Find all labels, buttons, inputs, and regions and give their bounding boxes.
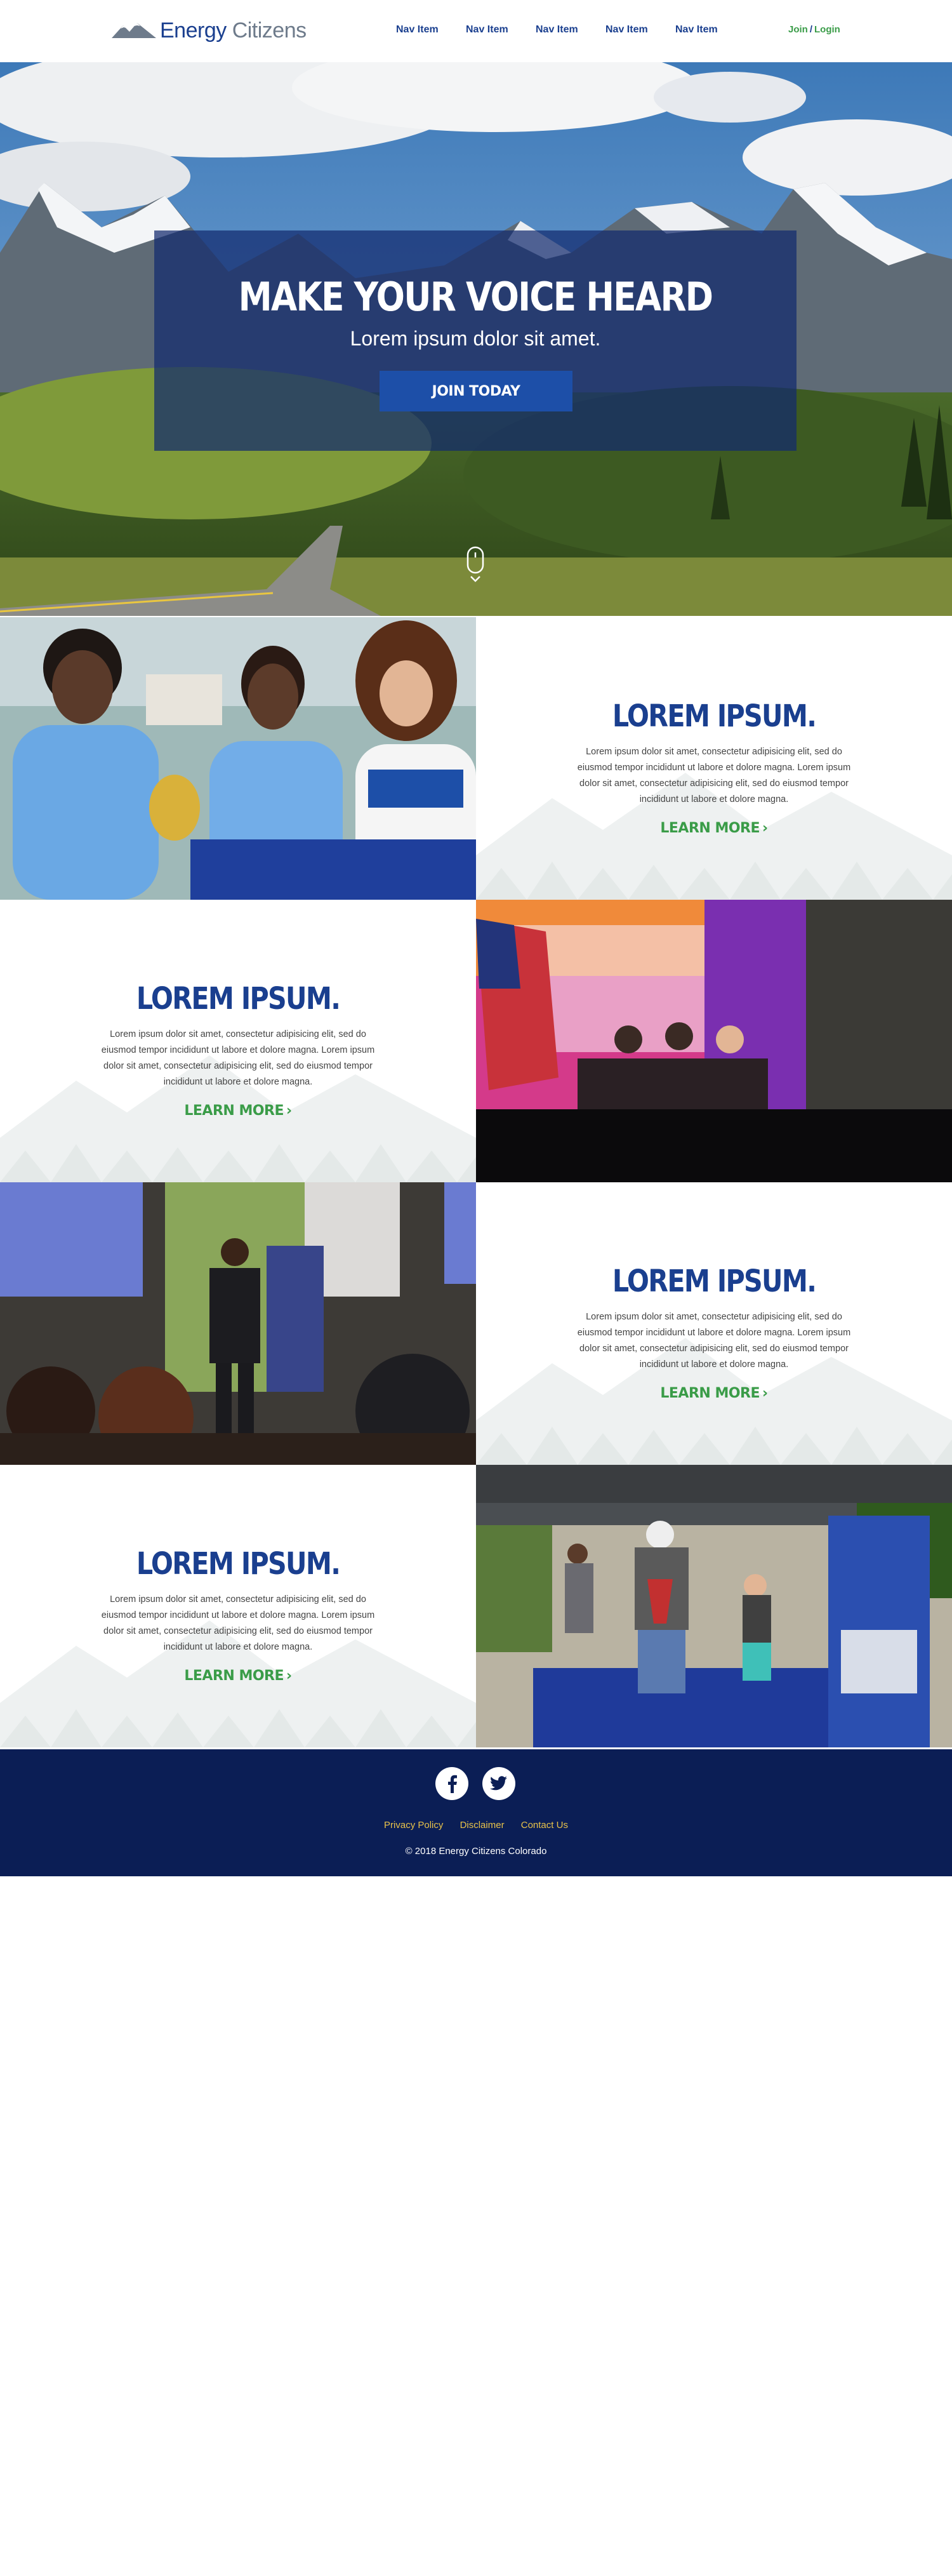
section-3-text-panel: LOREM IPSUM. Lorem ipsum dolor sit amet,… xyxy=(476,1182,952,1465)
nav-item-3[interactable]: Nav Item xyxy=(536,24,605,36)
disclaimer-link[interactable]: Disclaimer xyxy=(460,1820,505,1831)
learn-more-label: LEARN MORE xyxy=(184,1103,284,1119)
section-2-text-panel: LOREM IPSUM. Lorem ipsum dolor sit amet,… xyxy=(0,900,476,1182)
learn-more-label: LEARN MORE xyxy=(184,1668,284,1684)
section-title: LOREM IPSUM. xyxy=(136,981,341,1017)
site-header: Energy Citizens Nav Item Nav Item Nav It… xyxy=(0,0,952,62)
twitter-icon[interactable] xyxy=(482,1767,515,1800)
section-body: Lorem ipsum dolor sit amet, consectetur … xyxy=(577,747,851,804)
learn-more-label: LEARN MORE xyxy=(660,820,760,836)
section-body: Lorem ipsum dolor sit amet, consectetur … xyxy=(577,1312,851,1370)
copyright-text: © 2018 Energy Citizens Colorado xyxy=(405,1846,547,1857)
mountain-logo-icon xyxy=(112,23,156,38)
section-body: Lorem ipsum dolor sit amet, consectetur … xyxy=(101,1029,375,1087)
learn-more-link[interactable]: LEARN MORE › xyxy=(0,1668,476,1684)
privacy-policy-link[interactable]: Privacy Policy xyxy=(384,1820,443,1831)
brand-name: Energy Citizens xyxy=(160,18,307,43)
section-1-text-panel: LOREM IPSUM. Lorem ipsum dolor sit amet,… xyxy=(476,617,952,900)
section-title: LOREM IPSUM. xyxy=(136,1546,341,1582)
nav-item-2[interactable]: Nav Item xyxy=(466,24,536,36)
auth-links: Join / Login xyxy=(788,24,840,35)
photo-volunteers-with-shirts xyxy=(0,617,476,900)
auth-separator: / xyxy=(809,24,813,35)
nav-item-1[interactable]: Nav Item xyxy=(396,24,466,36)
learn-more-link[interactable]: LEARN MORE › xyxy=(476,1385,952,1401)
photo-outdoor-booth xyxy=(476,1465,952,1747)
facebook-icon[interactable] xyxy=(435,1767,468,1800)
hero-subtitle: Lorem ipsum dolor sit amet. xyxy=(350,327,601,350)
hero-overlay-panel: MAKE YOUR VOICE HEARD Lorem ipsum dolor … xyxy=(154,230,797,451)
hero-section: MAKE YOUR VOICE HEARD Lorem ipsum dolor … xyxy=(0,62,952,616)
join-today-button[interactable]: JOIN TODAY xyxy=(380,371,572,411)
twitter-bird-icon xyxy=(490,1776,507,1791)
contact-us-link[interactable]: Contact Us xyxy=(521,1820,568,1831)
chevron-right-icon: › xyxy=(762,820,768,836)
join-link[interactable]: Join xyxy=(788,24,808,35)
facebook-glyph-icon xyxy=(448,1775,457,1793)
learn-more-link[interactable]: LEARN MORE › xyxy=(0,1103,476,1119)
section-body: Lorem ipsum dolor sit amet, consectetur … xyxy=(101,1594,375,1652)
photo-reception-speaker xyxy=(0,1182,476,1465)
nav-item-4[interactable]: Nav Item xyxy=(605,24,675,36)
scroll-down-icon[interactable] xyxy=(466,546,484,584)
footer-links: Privacy Policy Disclaimer Contact Us xyxy=(0,1820,952,1831)
section-4-text-panel: LOREM IPSUM. Lorem ipsum dolor sit amet,… xyxy=(0,1465,476,1747)
learn-more-label: LEARN MORE xyxy=(660,1385,760,1401)
site-footer: Privacy Policy Disclaimer Contact Us © 2… xyxy=(0,1749,952,1876)
login-link[interactable]: Login xyxy=(814,24,840,35)
hero-title: MAKE YOUR VOICE HEARD xyxy=(238,274,713,320)
section-title: LOREM IPSUM. xyxy=(612,1264,817,1299)
learn-more-link[interactable]: LEARN MORE › xyxy=(476,820,952,836)
section-title: LOREM IPSUM. xyxy=(612,698,817,734)
chevron-right-icon: › xyxy=(286,1668,292,1684)
main-nav: Nav Item Nav Item Nav Item Nav Item Nav … xyxy=(396,24,745,36)
nav-item-5[interactable]: Nav Item xyxy=(675,24,745,36)
brand-logo[interactable]: Energy Citizens xyxy=(112,18,307,43)
photo-stage-panel xyxy=(476,900,952,1182)
chevron-right-icon: › xyxy=(286,1103,292,1119)
chevron-right-icon: › xyxy=(762,1385,768,1401)
